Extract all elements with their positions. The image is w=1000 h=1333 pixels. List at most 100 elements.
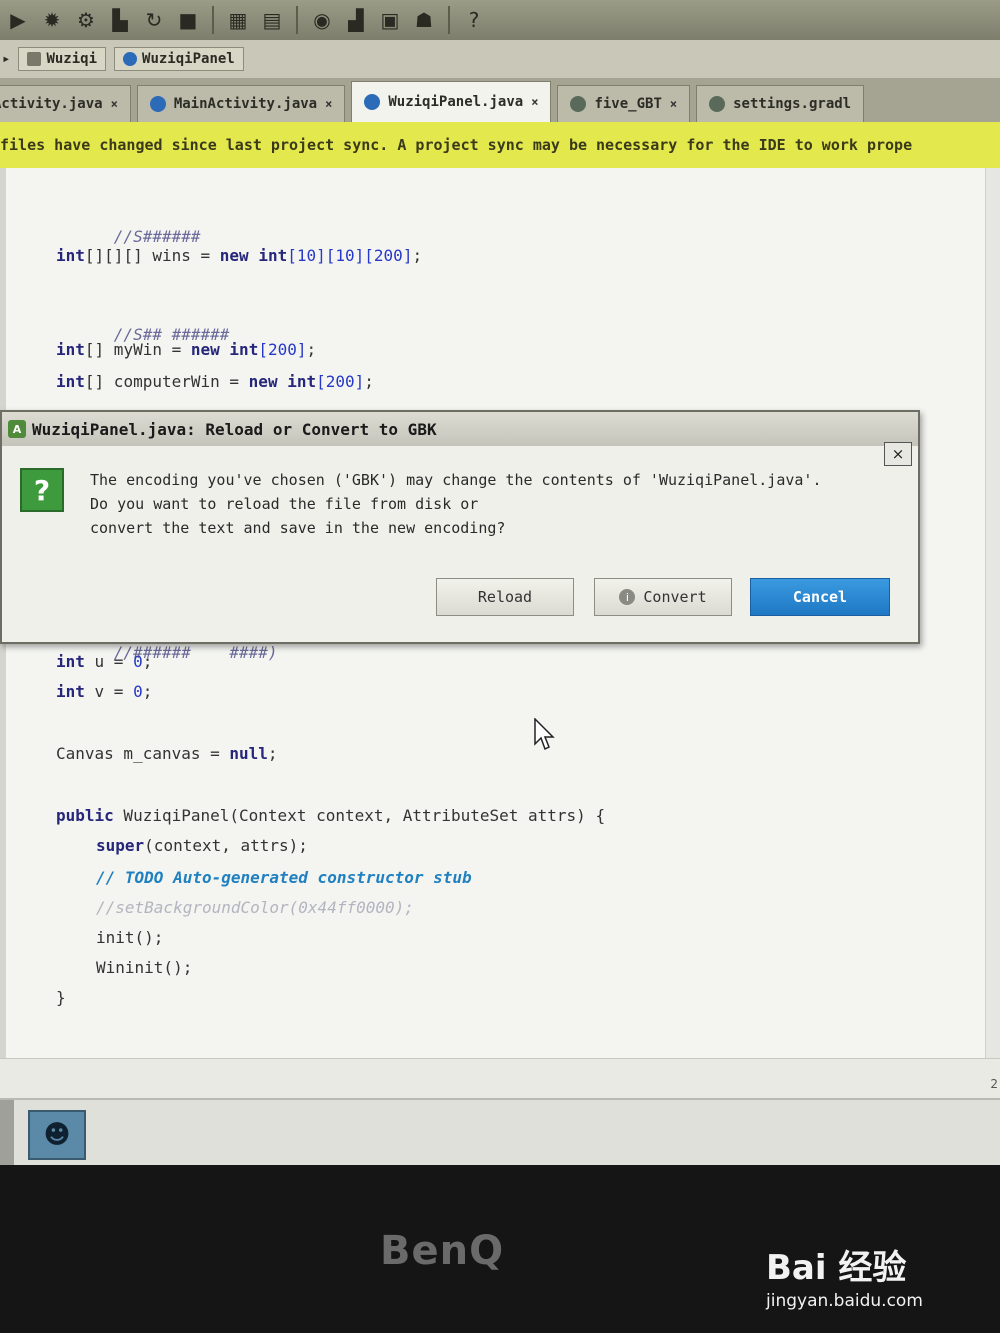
reader-figure-icon: ☻ <box>43 1120 71 1150</box>
code-text: ; <box>267 744 278 763</box>
code-keyword: int <box>229 340 259 359</box>
close-icon[interactable]: × <box>111 97 118 111</box>
settings-icon[interactable]: ⚙ <box>72 6 100 34</box>
code-number: 0 <box>133 652 143 671</box>
code-number: [10][10][200] <box>287 246 413 265</box>
close-icon[interactable]: × <box>325 97 332 111</box>
code-line: int[] myWin = new int[200]; <box>56 340 316 359</box>
close-icon[interactable]: × <box>884 442 912 466</box>
close-icon[interactable]: × <box>531 95 538 109</box>
folder-icon <box>27 52 42 66</box>
watermark-logo: Bai 经验 <box>766 1248 907 1288</box>
breadcrumb-label: Wuziqi <box>46 51 98 67</box>
status-bar: 2 <box>0 1058 1000 1099</box>
mouse-cursor-icon <box>534 718 555 751</box>
sdk-icon[interactable]: ▤ <box>258 6 286 34</box>
dialog-message: The encoding you've chosen ('GBK') may c… <box>90 468 890 540</box>
code-line: Canvas m_canvas = null; <box>56 744 278 763</box>
tab-activity[interactable]: Activity.java × <box>0 85 131 122</box>
breadcrumb: ▸ Wuziqi WuziqiPanel <box>0 40 1000 78</box>
code-line: public WuziqiPanel(Context context, Attr… <box>56 806 605 825</box>
device-icon[interactable]: ▦ <box>224 6 252 34</box>
code-text: Wininit(); <box>96 958 193 977</box>
android-icon[interactable]: ☗ <box>410 6 438 34</box>
question-icon: ? <box>20 468 64 512</box>
debug-icon[interactable]: ✹ <box>38 6 66 34</box>
code-text: [][][] wins = <box>84 246 220 265</box>
code-keyword: new <box>248 372 278 391</box>
breadcrumb-item-module[interactable]: Wuziqi <box>18 47 107 71</box>
code-keyword: int <box>56 652 85 671</box>
tab-label: Activity.java <box>0 96 103 112</box>
code-type: Canvas <box>56 744 114 763</box>
layout-icon[interactable]: ▟ <box>342 6 370 34</box>
convert-button[interactable]: i Convert <box>594 578 732 616</box>
code-line: int v = 0; <box>56 682 152 701</box>
cancel-button[interactable]: Cancel <box>750 578 890 616</box>
code-number: [200] <box>316 372 365 391</box>
code-text: m_canvas = <box>113 744 230 763</box>
cancel-button-label: Cancel <box>792 588 848 606</box>
gradle-icon <box>570 96 587 112</box>
sync-icon[interactable]: ↻ <box>140 6 168 34</box>
info-icon: i <box>619 589 636 605</box>
tab-label: MainActivity.java <box>173 96 318 112</box>
code-keyword: int <box>56 682 85 701</box>
code-text: ; <box>306 340 317 359</box>
class-icon <box>149 96 166 112</box>
toolbar-separator <box>296 6 298 34</box>
code-keyword: public <box>56 806 114 825</box>
reload-convert-dialog: A WuziqiPanel.java: Reload or Convert to… <box>0 410 920 644</box>
toolbar-separator <box>448 6 450 34</box>
lock-icon[interactable]: ▣ <box>376 6 404 34</box>
code-keyword: int <box>258 246 288 265</box>
editor-tabs: Activity.java × MainActivity.java × Wuzi… <box>0 78 1000 122</box>
close-icon[interactable]: × <box>670 97 677 111</box>
code-text: v = <box>84 682 134 701</box>
reader-app-icon[interactable]: ☻ <box>28 1110 86 1160</box>
code-line: init(); <box>96 928 163 947</box>
code-keyword: int <box>287 372 317 391</box>
code-text: u = <box>84 652 134 671</box>
android-studio-icon: A <box>8 420 26 438</box>
help-icon[interactable]: ? <box>460 6 488 34</box>
tab-mainactivity[interactable]: MainActivity.java × <box>136 85 346 122</box>
reload-button-label: Reload <box>477 588 533 606</box>
baidu-watermark: Bai 经验 jingyan.baidu.com <box>766 1240 923 1311</box>
breadcrumb-item-class[interactable]: WuziqiPanel <box>114 47 244 71</box>
code-text: WuziqiPanel(Context context, AttributeSe… <box>113 806 606 825</box>
toolbar: ▶ ✹ ⚙ ▙ ↻ ■ ▦ ▤ ◉ ▟ ▣ ☗ ? <box>0 0 1000 40</box>
tab-settings-gradle[interactable]: settings.gradl <box>696 85 865 122</box>
tab-wuziqipanel[interactable]: WuziqiPanel.java × <box>351 81 552 122</box>
code-text: ; <box>142 652 153 671</box>
run-icon[interactable]: ▶ <box>4 6 32 34</box>
gradle-icon <box>709 96 726 112</box>
code-text: init(); <box>96 928 164 947</box>
stop-icon[interactable]: ■ <box>174 6 202 34</box>
taskbar-edge <box>0 1100 14 1165</box>
editor-scrollbar[interactable] <box>985 168 1000 1058</box>
dialog-title-bar: A WuziqiPanel.java: Reload or Convert to… <box>2 412 918 446</box>
code-text: } <box>56 988 66 1007</box>
dialog-message-line: Do you want to reload the file from disk… <box>90 495 479 513</box>
code-line: } <box>56 988 66 1007</box>
code-keyword: int <box>56 340 85 359</box>
code-line: // TODO Auto-generated constructor stub <box>96 868 472 887</box>
code-comment: //setBackgroundColor(0x44ff0000); <box>96 898 414 917</box>
project-sync-banner[interactable]: files have changed since last project sy… <box>0 122 1000 168</box>
code-keyword: new <box>190 340 220 359</box>
code-line: int[] computerWin = new int[200]; <box>56 372 374 391</box>
code-line: int u = 0; <box>56 652 152 671</box>
code-line: super(context, attrs); <box>96 836 308 855</box>
reload-button[interactable]: Reload <box>436 578 574 616</box>
code-keyword: null <box>229 744 268 763</box>
dialog-message-line: The encoding you've chosen ('GBK') may c… <box>90 471 822 489</box>
code-keyword: int <box>56 372 85 391</box>
build-icon[interactable]: ▙ <box>106 6 134 34</box>
monitor-icon[interactable]: ◉ <box>308 6 336 34</box>
toolbar-separator <box>212 6 214 34</box>
code-keyword: new <box>219 246 249 265</box>
code-text: [] computerWin = <box>84 372 249 391</box>
tab-five-gbt[interactable]: five_GBT × <box>557 85 691 122</box>
code-comment: //S###### <box>113 227 201 246</box>
